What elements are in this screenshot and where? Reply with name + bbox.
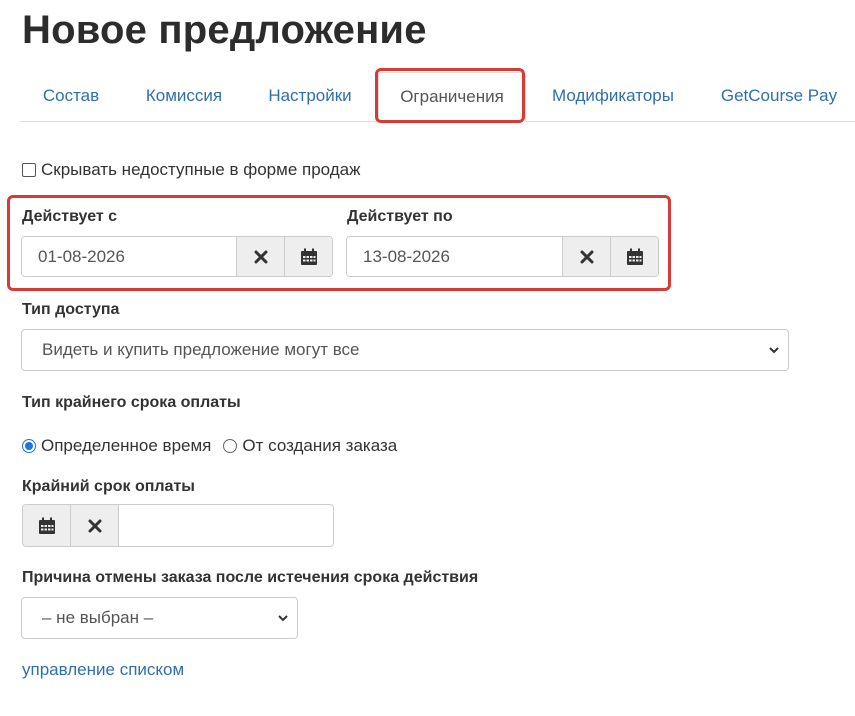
calendar-icon xyxy=(38,517,55,534)
cancel-reason-value: – не выбран – xyxy=(42,608,154,627)
radio-fixed-time[interactable] xyxy=(22,439,36,453)
deadline-clear-button[interactable] xyxy=(71,505,119,546)
calendar-icon xyxy=(626,248,643,265)
deadline-type-label: Тип крайнего срока оплаты xyxy=(22,394,241,411)
tab-bar: Состав Комиссия Настройки Ограничения Мо… xyxy=(20,72,855,122)
valid-from-calendar-button[interactable] xyxy=(284,237,332,276)
page-title: Новое предложение xyxy=(22,8,427,52)
deadline-input[interactable] xyxy=(119,505,333,546)
tab-restrictions[interactable]: Ограничения xyxy=(378,72,526,122)
radio-from-order-creation-label: От создания заказа xyxy=(242,436,398,455)
deadline-label: Крайний срок оплаты xyxy=(22,478,195,495)
close-icon xyxy=(580,250,593,263)
hide-unavailable-checkbox[interactable] xyxy=(22,163,36,177)
chevron-down-icon xyxy=(769,347,779,354)
manage-list-link[interactable]: управление списком xyxy=(22,660,184,680)
access-type-label: Тип доступа xyxy=(22,301,120,318)
valid-from-clear-button[interactable] xyxy=(236,237,284,276)
valid-from-group: 01-08-2026 xyxy=(21,236,333,277)
valid-to-calendar-button[interactable] xyxy=(610,237,658,276)
valid-to-group: 13-08-2026 xyxy=(346,236,659,277)
valid-to-label: Действует по xyxy=(347,208,453,225)
tab-modifiers[interactable]: Модификаторы xyxy=(548,72,678,120)
hide-unavailable-label: Скрывать недоступные в форме продаж xyxy=(41,160,361,179)
calendar-icon xyxy=(300,248,317,265)
access-type-value: Видеть и купить предложение могут все xyxy=(42,340,360,359)
valid-to-input[interactable]: 13-08-2026 xyxy=(347,237,562,276)
deadline-calendar-button[interactable] xyxy=(23,505,71,546)
valid-from-input[interactable]: 01-08-2026 xyxy=(22,237,236,276)
tab-getcourse-pay[interactable]: GetCourse Pay xyxy=(718,72,840,120)
tab-settings[interactable]: Настройки xyxy=(264,72,356,120)
deadline-type-radios: Определенное время От создания заказа xyxy=(22,436,397,456)
chevron-down-icon xyxy=(278,615,288,622)
radio-from-order-creation[interactable] xyxy=(223,439,238,453)
valid-from-label: Действует с xyxy=(22,208,118,225)
tab-commission[interactable]: Комиссия xyxy=(141,72,227,120)
deadline-group xyxy=(22,504,334,547)
cancel-reason-select[interactable]: – не выбран – xyxy=(21,597,298,639)
close-icon xyxy=(88,519,101,532)
hide-unavailable-row[interactable]: Скрывать недоступные в форме продаж xyxy=(22,160,361,180)
valid-to-clear-button[interactable] xyxy=(562,237,610,276)
tab-composition[interactable]: Состав xyxy=(40,72,102,120)
radio-fixed-time-label: Определенное время xyxy=(41,436,212,455)
cancel-reason-label: Причина отмены заказа после истечения ср… xyxy=(22,569,479,586)
close-icon xyxy=(254,250,267,263)
access-type-select[interactable]: Видеть и купить предложение могут все xyxy=(21,329,789,371)
